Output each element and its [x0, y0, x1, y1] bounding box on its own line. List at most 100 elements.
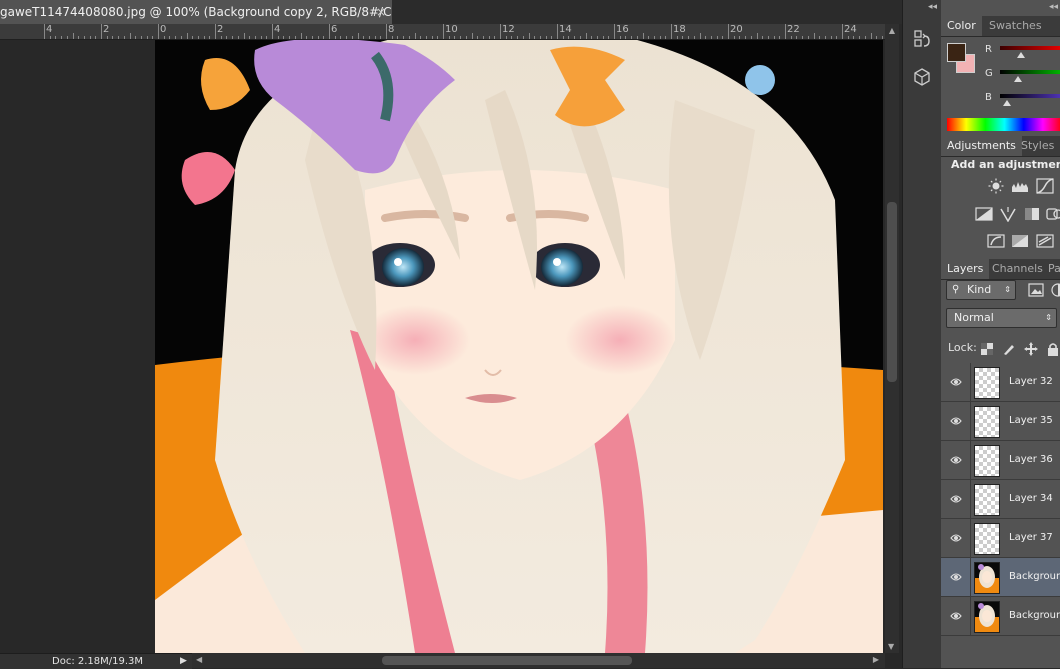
- ruler-tick: [642, 33, 644, 39]
- filter-kind-dropdown[interactable]: ⚲ Kind ⇕: [946, 280, 1016, 300]
- foreground-color-swatch[interactable]: [947, 43, 966, 62]
- ruler-tick: [368, 36, 370, 39]
- layer-row[interactable]: Background copy 2: [941, 558, 1060, 597]
- layer-row[interactable]: Layer 36: [941, 441, 1060, 480]
- horizontal-ruler[interactable]: 4 2 0 2 4 6 8 10 12 14 16 18 20 22 24: [0, 24, 895, 40]
- ruler-tick: [78, 36, 80, 39]
- ruler-tick: [146, 36, 148, 39]
- ruler-tick: [870, 33, 872, 39]
- layer-row[interactable]: Layer 37: [941, 519, 1060, 558]
- ruler-tick: [568, 36, 570, 39]
- brightness-contrast-icon[interactable]: [987, 178, 1005, 194]
- ruler-tick: [767, 36, 769, 39]
- horizontal-scroll-thumb[interactable]: [382, 656, 632, 665]
- color-spectrum-ramp[interactable]: [947, 118, 1060, 131]
- slider-track-r[interactable]: [1000, 46, 1060, 50]
- tab-adjustments[interactable]: Adjustments: [941, 136, 1022, 156]
- ruler-tick: [72, 33, 74, 39]
- layer-row[interactable]: Layer 34: [941, 480, 1060, 519]
- layer-row[interactable]: Layer 35: [941, 402, 1060, 441]
- layer-name: Layer 34: [1009, 493, 1053, 504]
- slider-track-b[interactable]: [1000, 94, 1060, 98]
- ruler-tick: [317, 36, 319, 39]
- tab-channels[interactable]: Channels: [986, 259, 1049, 279]
- ruler-tick-label: 16: [616, 24, 629, 35]
- ruler-tick: [101, 24, 102, 39]
- scroll-down-arrow-icon[interactable]: ▼: [888, 642, 894, 651]
- vertical-scrollbar[interactable]: ▲ ▼: [885, 24, 899, 653]
- lock-position-icon[interactable]: [1024, 341, 1038, 356]
- color-panel-tabs: Color Swatches: [941, 16, 1060, 37]
- photo-filter-icon[interactable]: [987, 233, 1005, 249]
- posterize-icon[interactable]: [1011, 233, 1029, 249]
- history-icon[interactable]: [911, 28, 933, 50]
- ruler-tick: [135, 36, 137, 39]
- ruler-tick-label: 6: [331, 24, 338, 35]
- slider-thumb-b[interactable]: [1003, 100, 1011, 106]
- layer-row[interactable]: Background copy: [941, 597, 1060, 636]
- chevron-updown-icon: ⇕: [1004, 285, 1011, 294]
- vibrance-icon[interactable]: [999, 206, 1017, 223]
- close-icon[interactable]: ×: [376, 0, 386, 24]
- ruler-tick: [705, 36, 707, 39]
- status-menu-arrow-icon[interactable]: ▶: [180, 654, 190, 669]
- slider-thumb-g[interactable]: [1013, 76, 1022, 82]
- scroll-right-arrow-icon[interactable]: ▶: [873, 655, 879, 664]
- lock-all-icon[interactable]: [1046, 341, 1060, 356]
- canvas-area[interactable]: [0, 40, 885, 653]
- ruler-tick: [819, 36, 821, 39]
- 3d-cube-icon[interactable]: [911, 66, 933, 88]
- ruler-tick: [454, 36, 456, 39]
- scroll-up-arrow-icon[interactable]: ▲: [885, 24, 899, 38]
- eye-visibility-icon[interactable]: [941, 519, 971, 557]
- curves-icon[interactable]: [1036, 178, 1054, 194]
- ruler-tick: [215, 24, 216, 39]
- horizontal-scrollbar[interactable]: ◀ ▶: [192, 653, 885, 668]
- tab-swatches[interactable]: Swatches: [983, 16, 1048, 36]
- collapse-panels-icon[interactable]: ◂◂: [1049, 2, 1058, 12]
- adjustment-filter-icon[interactable]: [1051, 282, 1060, 297]
- ruler-tick: [249, 36, 251, 39]
- ruler-tick: [722, 36, 724, 39]
- vertical-scroll-thumb[interactable]: [887, 202, 897, 382]
- eye-visibility-icon[interactable]: [941, 558, 971, 596]
- ruler-tick-label: 8: [388, 24, 395, 35]
- lock-transparent-pixels-icon[interactable]: [980, 341, 994, 355]
- eye-visibility-icon[interactable]: [941, 363, 971, 401]
- ruler-tick: [750, 36, 752, 39]
- slider-thumb-r[interactable]: [1017, 52, 1025, 58]
- ruler-tick: [123, 36, 125, 39]
- blend-mode-dropdown[interactable]: Normal ⇕: [946, 308, 1057, 328]
- tab-paths[interactable]: Pa: [1042, 259, 1060, 279]
- eye-visibility-icon[interactable]: [941, 597, 971, 635]
- lock-image-pixels-icon[interactable]: [1002, 341, 1016, 355]
- hue-saturation-icon[interactable]: [1023, 206, 1041, 222]
- eye-visibility-icon[interactable]: [941, 402, 971, 440]
- tab-styles[interactable]: Styles: [1015, 136, 1060, 156]
- image-filter-icon[interactable]: [1028, 282, 1044, 297]
- eye-visibility-icon[interactable]: [941, 480, 971, 518]
- ruler-tick-label: 0: [160, 24, 167, 35]
- tab-layers[interactable]: Layers: [941, 259, 990, 279]
- color-balance-icon[interactable]: [1045, 206, 1060, 222]
- scroll-left-arrow-icon[interactable]: ◀: [196, 655, 202, 664]
- document-image[interactable]: [155, 40, 883, 653]
- ruler-tick: [232, 36, 234, 39]
- document-tab[interactable]: gaweT11474408080.jpg @ 100% (Background …: [0, 0, 392, 24]
- ruler-tick: [853, 36, 855, 39]
- exposure-icon[interactable]: [975, 206, 993, 222]
- layer-thumbnail: [974, 523, 1000, 555]
- ruler-tick: [557, 24, 558, 39]
- ruler-tick: [534, 36, 536, 39]
- levels-icon[interactable]: [1011, 178, 1029, 194]
- ruler-tick: [859, 36, 861, 39]
- layer-row[interactable]: Layer 32: [941, 363, 1060, 402]
- eye-visibility-icon[interactable]: [941, 441, 971, 479]
- ruler-tick: [710, 36, 712, 39]
- ruler-tick: [602, 36, 604, 39]
- gradient-map-icon[interactable]: [1036, 233, 1054, 249]
- ruler-tick-label: 24: [844, 24, 857, 35]
- collapse-dock-icon[interactable]: ◂◂: [928, 2, 937, 12]
- slider-track-g[interactable]: [1000, 70, 1060, 74]
- tab-color[interactable]: Color: [941, 16, 982, 36]
